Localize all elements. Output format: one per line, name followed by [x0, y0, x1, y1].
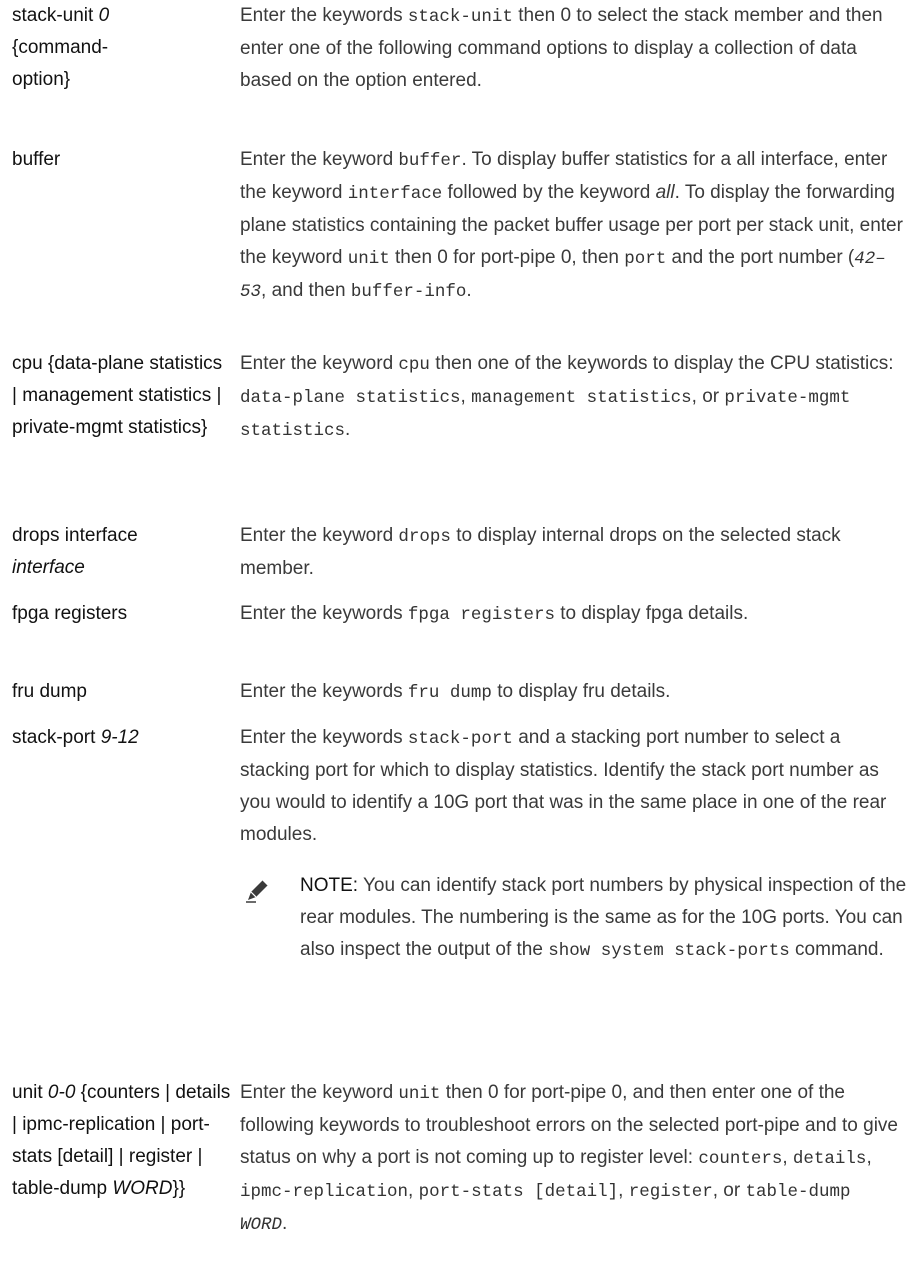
inline-code: port-stats [detail] — [418, 1182, 619, 1202]
term-text: stack-unit — [12, 5, 99, 26]
pencil-icon — [246, 879, 269, 903]
inline-code: buffer — [398, 151, 462, 171]
inline-code: stack-port — [407, 729, 513, 749]
inline-code: fpga registers — [407, 605, 555, 625]
term-text: option} — [12, 69, 71, 90]
inline-code: ipmc-replication — [240, 1182, 409, 1202]
inline-code: fru dump — [407, 683, 492, 703]
inline-code: show system stack-ports — [548, 941, 790, 961]
inline-code: drops — [398, 527, 451, 547]
inline-code: register — [628, 1182, 713, 1202]
inline-code: management statistics — [471, 388, 692, 408]
term-text: {command- — [12, 37, 109, 58]
param-term: drops interface interface — [12, 525, 138, 578]
term-variable: 0-0 — [47, 1082, 76, 1103]
inline-variable: WORD — [240, 1215, 283, 1235]
inline-code: table-dump — [745, 1182, 851, 1202]
param-description: Enter the keyword drops to display inter… — [240, 525, 841, 579]
param-description: Enter the keywords fru dump to display f… — [240, 681, 671, 703]
inline-code: unit — [347, 249, 390, 269]
param-term: fpga registers — [12, 603, 128, 624]
note-label: NOTE: — [300, 875, 359, 896]
inline-code: interface — [347, 184, 443, 204]
param-term: stack-unit 0 {command-option} — [12, 0, 232, 96]
inline-code: unit — [398, 1084, 441, 1104]
param-term: stack-port 9-12 — [12, 727, 139, 748]
inline-code: buffer-info — [350, 282, 467, 302]
term-variable: 0 — [98, 5, 110, 26]
command-reference-page: stack-unit 0 {command-option} Enter the … — [0, 0, 911, 1273]
term-variable: WORD — [112, 1178, 173, 1199]
param-term: unit 0-0 {counters | details | ipmc-repl… — [12, 1082, 231, 1199]
inline-code: data-plane statistics — [240, 388, 461, 408]
inline-code: port — [624, 249, 667, 269]
note-text: NOTE: You can identify stack port number… — [300, 875, 907, 961]
param-description: Enter the keywords stack-unit then 0 to … — [240, 5, 883, 91]
inline-code: counters — [698, 1149, 783, 1169]
param-term: cpu {data-plane statistics | management … — [12, 353, 223, 438]
param-term: fru dump — [12, 681, 87, 702]
inline-code: cpu — [398, 355, 430, 375]
param-description: Enter the keywords fpga registers to dis… — [240, 603, 749, 625]
param-description: Enter the keywords stack-port and a stac… — [240, 727, 887, 845]
inline-code: stack-unit — [407, 7, 513, 27]
param-description: Enter the keyword unit then 0 for port-p… — [240, 1082, 898, 1235]
note-callout: NOTE: You can identify stack port number… — [240, 870, 906, 1030]
param-description: Enter the keyword buffer. To display buf… — [240, 149, 903, 302]
term-variable: 9-12 — [100, 727, 139, 748]
param-term: buffer — [12, 149, 61, 170]
inline-code: details — [792, 1149, 867, 1169]
term-variable: interface — [12, 557, 85, 578]
inline-variable: all — [655, 182, 675, 203]
param-description: Enter the keyword cpu then one of the ke… — [240, 353, 894, 441]
